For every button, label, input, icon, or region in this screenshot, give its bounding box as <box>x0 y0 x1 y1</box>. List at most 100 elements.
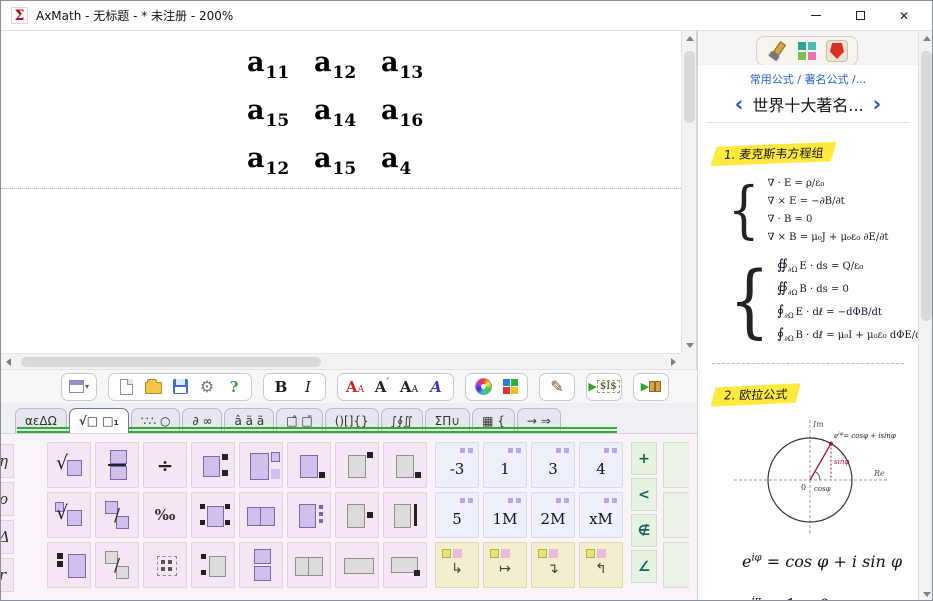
symbol-tab[interactable]: ∵∴ ○ <box>131 408 181 433</box>
template-cell[interactable] <box>335 442 379 488</box>
matrix-entry[interactable]: a15 <box>314 143 381 178</box>
matrix-size-cell[interactable]: 1M <box>483 492 527 538</box>
accent-style-button[interactable]: A’ <box>370 375 394 398</box>
template-cell[interactable] <box>335 492 379 538</box>
symbol-tab[interactable]: ()[]{} <box>325 408 379 433</box>
editor-horizontal-scrollbar[interactable] <box>1 353 681 369</box>
matrix-entry[interactable]: a4 <box>381 143 448 178</box>
font-size-button[interactable]: AA <box>397 375 421 398</box>
matrix-entry[interactable]: a16 <box>381 95 448 130</box>
template-cell[interactable]: ‰ <box>143 492 187 538</box>
matrix-size-cell[interactable]: 2M <box>531 492 575 538</box>
symbol-tab[interactable]: αεΔΩ <box>15 408 67 433</box>
close-button[interactable]: ✕ <box>882 1 926 30</box>
template-cell[interactable] <box>287 492 331 538</box>
matrix-edit-cell[interactable]: ↳ <box>435 542 479 588</box>
prev-page-chevron-icon[interactable]: ‹ <box>735 94 744 115</box>
famous-formulas-button[interactable] <box>826 40 848 62</box>
quick-symbol-cell[interactable]: ∠ <box>631 550 657 583</box>
symbol-tab[interactable]: → ⇒ <box>517 408 561 433</box>
sidebar-scroll-thumb[interactable] <box>921 51 932 321</box>
library-grid-button[interactable] <box>796 40 818 62</box>
template-cell[interactable] <box>47 542 91 588</box>
matrix-size-cell[interactable]: xM <box>579 492 623 538</box>
sidebar-scroll-down-button[interactable] <box>919 587 933 601</box>
open-button[interactable] <box>141 375 165 398</box>
quick-symbol-cell[interactable]: < <box>631 478 657 511</box>
scroll-right-button[interactable] <box>666 354 681 369</box>
template-cell[interactable] <box>95 442 139 488</box>
template-cell[interactable] <box>335 542 379 588</box>
italic-button[interactable]: I <box>296 375 320 398</box>
matrix-entry[interactable]: a12 <box>314 47 381 82</box>
scroll-up-button[interactable] <box>682 31 697 46</box>
vertical-scroll-thumb[interactable] <box>684 51 695 123</box>
color-wheel-button[interactable] <box>471 375 495 398</box>
symbol-tab[interactable]: ▦ { <box>472 408 515 433</box>
greek-letter-cell[interactable]: η <box>1 444 14 478</box>
sidebar-scroll-up-button[interactable] <box>919 31 933 46</box>
symbol-tab[interactable]: ∂ ∞ <box>182 408 222 433</box>
export-latex-button[interactable]: ▶$I$ <box>592 375 616 398</box>
scroll-down-button[interactable] <box>682 338 697 353</box>
unit-circle-figure[interactable]: Im Re 0 cosφ sinφ eiφ= cosφ + isinφ <box>722 414 897 538</box>
symbol-tab[interactable]: √□ □₁ <box>69 408 129 433</box>
quick-symbol-cell[interactable]: + <box>631 442 657 475</box>
matrix-size-cell[interactable]: 5 <box>435 492 479 538</box>
matrix-edit-cell[interactable]: ↴ <box>531 542 575 588</box>
help-button[interactable]: ? <box>222 375 246 398</box>
matrix-size-cell[interactable]: 3 <box>531 442 575 488</box>
template-cell[interactable]: √ <box>47 492 91 538</box>
settings-button[interactable]: ⚙ <box>195 375 219 398</box>
template-cell[interactable] <box>239 442 283 488</box>
template-cell[interactable] <box>191 492 235 538</box>
template-cell[interactable] <box>383 442 427 488</box>
horizontal-scroll-thumb[interactable] <box>21 357 321 367</box>
library-category-links[interactable]: 常用公式 / 著名公式 /... <box>698 71 918 87</box>
editor-canvas[interactable]: a11 a12 a13 a15 a14 a16 a12 a15 a4 <box>1 31 681 353</box>
symbol-tab[interactable]: □̂ □̄ <box>276 408 323 433</box>
minimize-button[interactable] <box>794 1 838 30</box>
maximize-button[interactable] <box>838 1 882 30</box>
matrix-size-cell[interactable]: -3 <box>435 442 479 488</box>
template-cell[interactable] <box>191 542 235 588</box>
greek-letter-cell[interactable]: r <box>1 558 14 592</box>
matrix-edit-cell[interactable]: ↦ <box>483 542 527 588</box>
export-object-button[interactable]: ▶ <box>639 375 663 398</box>
scroll-left-button[interactable] <box>1 354 16 369</box>
matrix-size-cell[interactable]: 4 <box>579 442 623 488</box>
clipped-cell[interactable] <box>663 492 689 538</box>
matrix-entry[interactable]: a13 <box>381 47 448 82</box>
sidebar-scrollbar[interactable] <box>918 31 933 601</box>
maxwell-integral-block[interactable]: { ∯∂ΩE · ds = Q/ε₀ ∯∂ΩB · ds = 0 ∮∂ΩE · … <box>724 254 918 347</box>
matrix-edit-cell[interactable]: ↰ <box>579 542 623 588</box>
matrix-entry[interactable]: a14 <box>314 95 381 130</box>
next-page-chevron-icon[interactable]: › <box>873 94 882 115</box>
euler-formula[interactable]: eiφ = cos φ + i sin φ <box>742 552 918 571</box>
maxwell-differential-block[interactable]: { ∇ · E = ρ/ε₀ ∇ × E = −∂B/∂t ∇ · B = 0 … <box>724 173 918 246</box>
template-cell[interactable] <box>383 542 427 588</box>
color-palette-button[interactable] <box>498 375 522 398</box>
greek-letter-cell[interactable]: ρ <box>1 482 14 516</box>
greek-letter-cell[interactable]: Δ <box>1 520 14 554</box>
template-cell[interactable] <box>383 492 427 538</box>
quick-symbol-cell[interactable]: ∉ <box>631 514 657 547</box>
app-icon[interactable]: Σ <box>11 7 28 24</box>
clipped-cell[interactable] <box>663 442 689 488</box>
text-color-button[interactable]: AA <box>343 375 367 398</box>
template-cell[interactable] <box>287 542 331 588</box>
new-document-button[interactable] <box>114 375 138 398</box>
template-cell[interactable]: ∕ <box>95 492 139 538</box>
template-cell[interactable]: ∕ <box>95 542 139 588</box>
template-cell[interactable] <box>143 542 187 588</box>
template-cell[interactable] <box>191 442 235 488</box>
template-cell[interactable] <box>239 542 283 588</box>
matrix-entry[interactable]: a15 <box>247 95 314 130</box>
clipped-cell[interactable] <box>663 542 689 588</box>
euler-identity[interactable]: eiπ + 1 = 0 <box>742 595 918 601</box>
symbol-tab[interactable]: ΣΠ∪ <box>425 408 470 433</box>
insert-object-button[interactable]: ▾ <box>67 375 91 398</box>
hand-draw-button[interactable]: ✎ <box>545 375 569 398</box>
template-cell[interactable] <box>239 492 283 538</box>
bold-button[interactable]: B <box>269 375 293 398</box>
